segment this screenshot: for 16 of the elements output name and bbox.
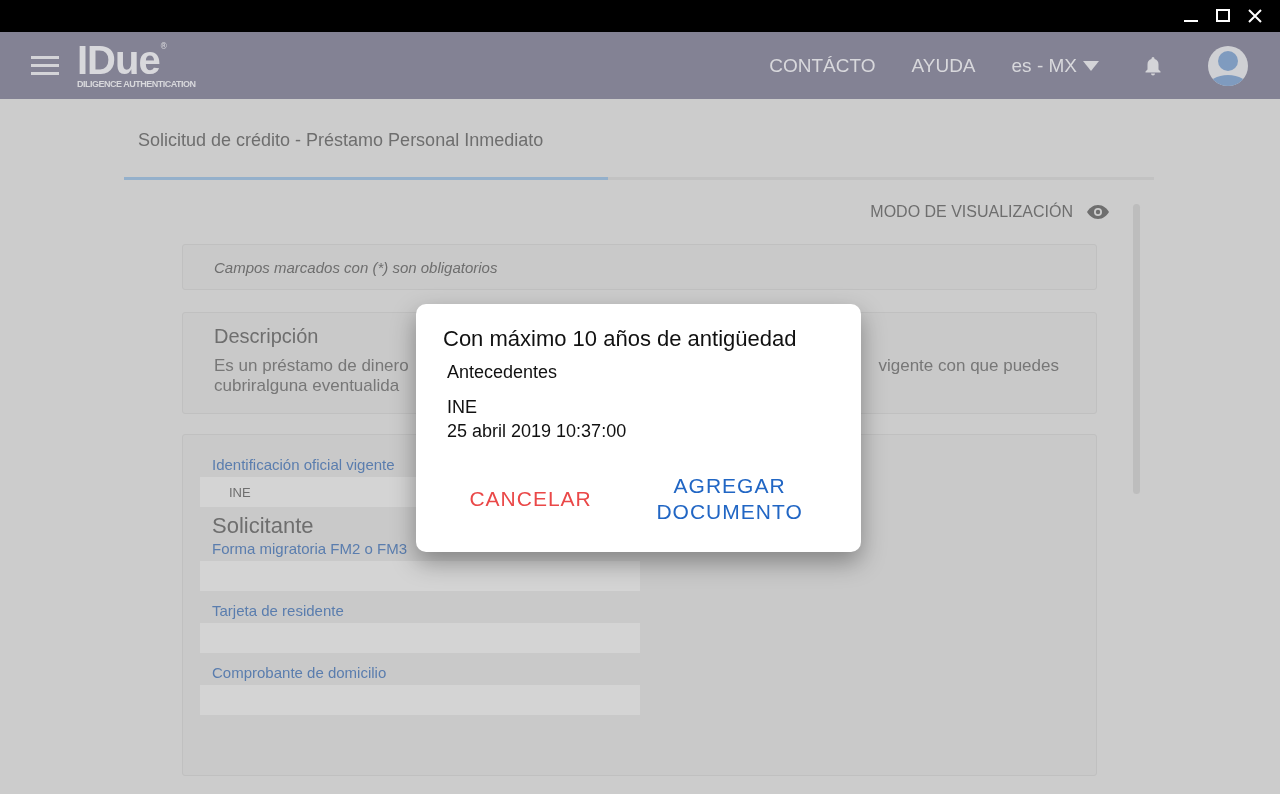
view-mode-label: MODO DE VISUALIZACIÓN bbox=[870, 203, 1073, 221]
section-title: Solicitante bbox=[211, 513, 315, 539]
description-title: Descripción bbox=[214, 325, 319, 348]
document-date: 25 abril 2019 10:37:00 bbox=[447, 420, 628, 443]
field-label: Comprobante de domicilio bbox=[211, 662, 388, 683]
document-name: INE bbox=[447, 396, 478, 419]
dialog-title: Con máximo 10 años de antigüedad bbox=[443, 326, 798, 352]
description-text: vigente con que puedes bbox=[878, 356, 1059, 376]
description-text: Es un préstamo de dinero bbox=[214, 356, 409, 376]
field-label: Identificación oficial vigente bbox=[211, 454, 396, 475]
logo: IDue® DILIGENCE AUTHENTICATION bbox=[77, 42, 196, 89]
field-label: Forma migratoria FM2 o FM3 bbox=[211, 538, 409, 559]
required-notice: Campos marcados con (*) son obligatorios bbox=[214, 258, 498, 276]
description-text: cubriralguna eventualida bbox=[214, 376, 401, 396]
field-label: Tarjeta de residente bbox=[211, 600, 345, 621]
dialog-subtitle: Antecedentes bbox=[447, 362, 559, 383]
